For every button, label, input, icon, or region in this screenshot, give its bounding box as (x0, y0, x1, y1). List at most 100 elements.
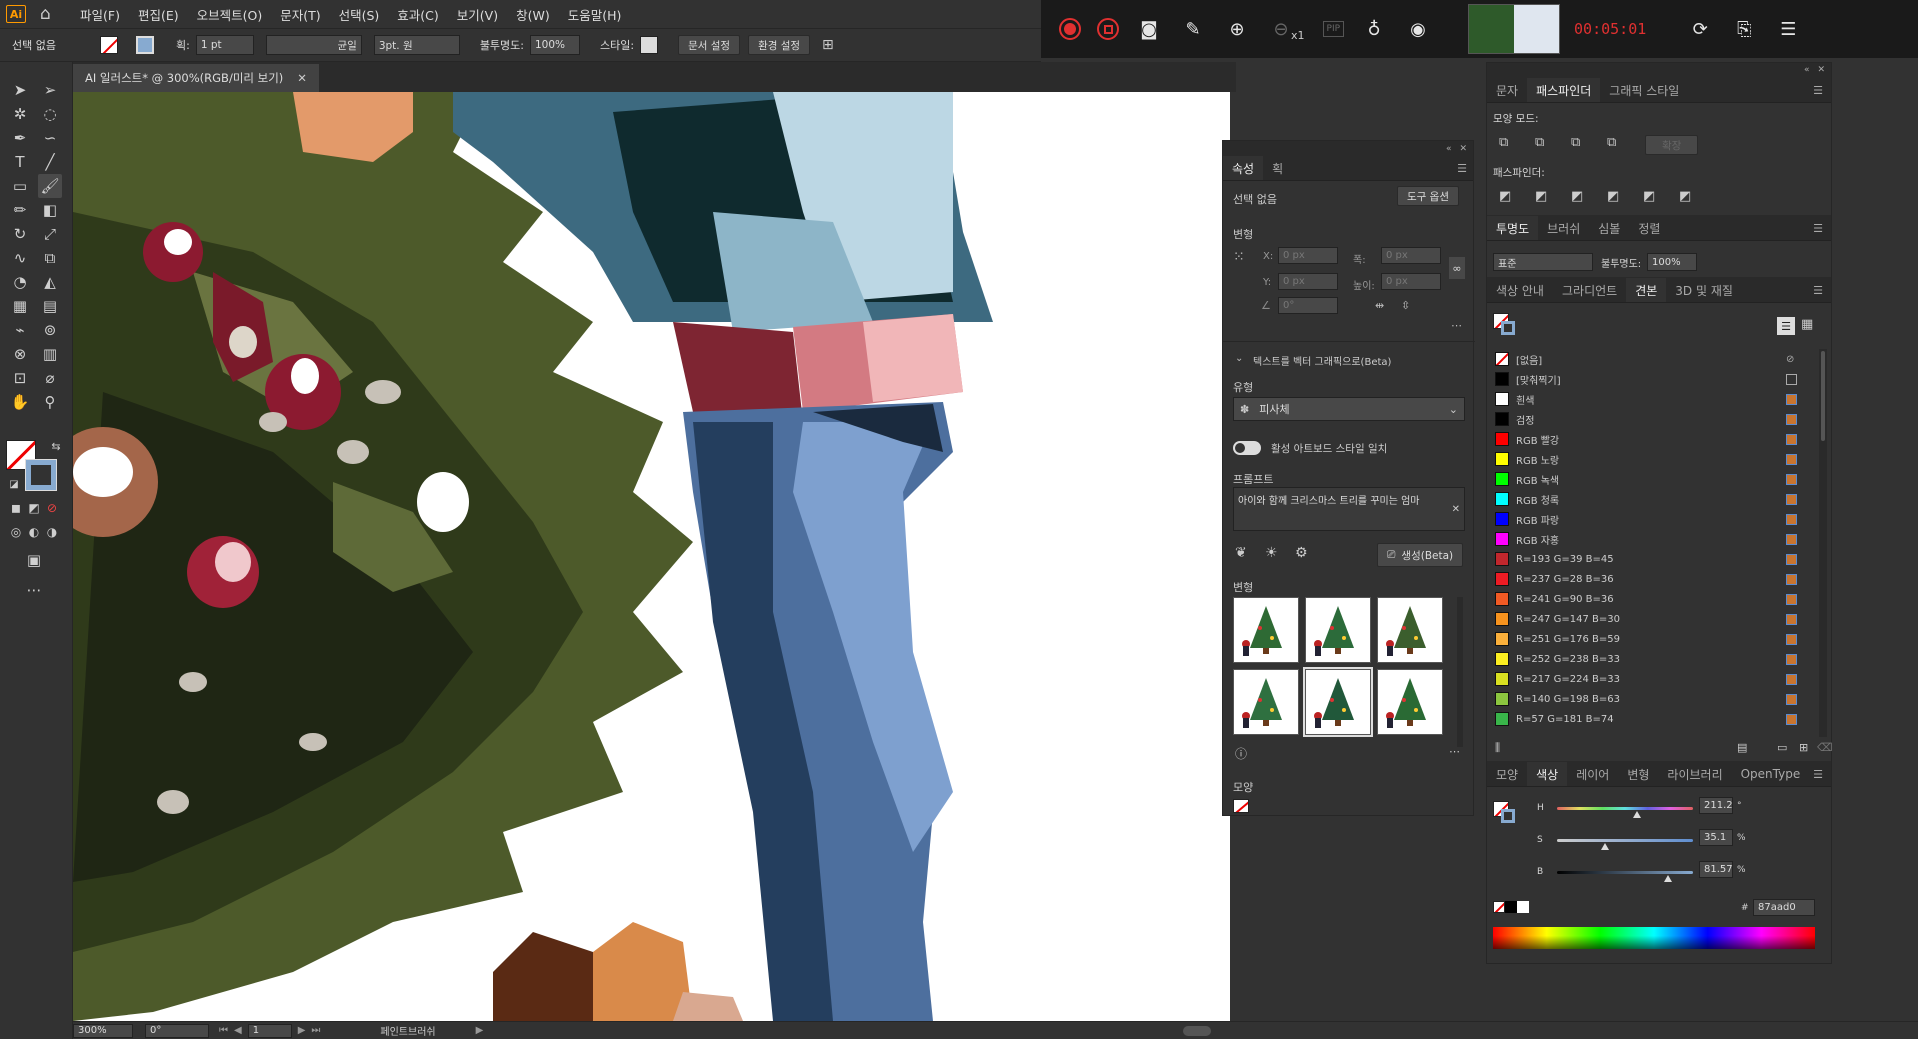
collapse-icon[interactable]: « (1804, 65, 1810, 75)
line-tool-icon[interactable]: ╱ (38, 150, 62, 174)
crop-icon[interactable]: ◩ (1607, 189, 1619, 204)
lasso-tool-icon[interactable]: ◌ (38, 102, 62, 126)
camera-icon[interactable]: ◙ (1135, 15, 1163, 43)
free-transform-icon[interactable]: ⧉ (38, 246, 62, 270)
style-picker-icon[interactable]: ❦ (1235, 545, 1247, 561)
close-icon[interactable]: ✕ (1459, 144, 1467, 154)
last-artboard-icon[interactable]: ⏭ (311, 1025, 320, 1036)
menu-item[interactable]: 보기(V) (457, 5, 498, 24)
tab-color-guide[interactable]: 색상 안내 (1487, 278, 1553, 302)
swatch-item[interactable]: RGB 파랑 (1487, 509, 1817, 529)
swatch-item[interactable]: R=241 G=90 B=36 (1487, 589, 1817, 609)
mouse-effect-icon[interactable]: ♁ (1360, 15, 1388, 43)
menu-item[interactable]: 오브젝트(O) (197, 5, 263, 24)
swatch-item[interactable]: R=57 G=181 B=74 (1487, 709, 1817, 729)
pencil-icon[interactable]: ✎ (1179, 15, 1207, 43)
zoom-field[interactable]: 300% (73, 1023, 133, 1038)
zoom-tool-icon[interactable]: ⚲ (38, 390, 62, 414)
merge-icon[interactable]: ◩ (1571, 189, 1583, 204)
swatch-item[interactable]: RGB 빨강 (1487, 429, 1817, 449)
direct-selection-tool-icon[interactable]: ➢ (38, 78, 62, 102)
saturation-slider[interactable] (1557, 839, 1693, 850)
tab-align[interactable]: 정렬 (1629, 216, 1669, 240)
swatch-item[interactable]: RGB 노랑 (1487, 449, 1817, 469)
tab-libraries[interactable]: 라이브러리 (1658, 762, 1731, 786)
effects-icon[interactable]: ☀ (1265, 545, 1278, 561)
opacity-field[interactable]: 100% (530, 35, 580, 55)
swatch-item[interactable]: 검정 (1487, 409, 1817, 429)
reference-point-icon[interactable]: ⁙ (1233, 249, 1245, 265)
slider-thumb[interactable] (1633, 811, 1642, 818)
none-swatch[interactable] (1493, 901, 1505, 913)
blend-tool-icon[interactable]: ⊚ (38, 318, 62, 342)
tab-swatches[interactable]: 견본 (1626, 278, 1667, 302)
record-button[interactable] (1059, 18, 1081, 40)
tab-appearance[interactable]: 모양 (1487, 762, 1527, 786)
tab-layers[interactable]: 레이어 (1567, 762, 1618, 786)
eraser-tool-icon[interactable]: ◧ (38, 198, 62, 222)
shape-builder-icon[interactable]: ◔ (8, 270, 32, 294)
stroke-swatch[interactable] (135, 36, 154, 54)
stroke-weight-field[interactable]: 1 pt (195, 35, 254, 55)
screen-mode-icon[interactable]: ▣ (22, 548, 46, 572)
live-paint-icon[interactable]: ◭ (38, 270, 62, 294)
constrain-proportions-icon[interactable]: ∞ (1449, 257, 1465, 279)
x-field[interactable]: 0 px (1278, 247, 1338, 264)
scroll-track[interactable] (1457, 597, 1463, 747)
swatch-item[interactable]: R=252 G=238 B=33 (1487, 649, 1817, 669)
tool-options-button[interactable]: 도구 옵션 (1397, 186, 1459, 206)
document-tab[interactable]: AI 일러스트* @ 300%(RGB/미리 보기) ✕ (73, 64, 319, 92)
tab-graphic-styles[interactable]: 그래픽 스타일 (1600, 78, 1688, 102)
rectangle-tool-icon[interactable]: ▭ (8, 174, 32, 198)
slider-thumb[interactable] (1600, 843, 1609, 850)
swatch-item[interactable]: R=237 G=28 B=36 (1487, 569, 1817, 589)
pen-tool-icon[interactable]: ✒ (8, 126, 32, 150)
section-chevron-icon[interactable]: ⌄ (1235, 353, 1243, 364)
match-style-toggle[interactable] (1233, 441, 1261, 455)
prompt-textarea[interactable]: 아이와 함께 크리스마스 트리를 꾸미는 엄마 ✕ (1233, 487, 1465, 531)
outline-icon[interactable]: ◩ (1643, 189, 1655, 204)
w-field[interactable]: 0 px (1381, 247, 1441, 264)
new-swatch-icon[interactable]: ⊞ (1799, 741, 1808, 754)
menu-item[interactable]: 편집(E) (138, 5, 179, 24)
color-fill-stroke-indicator[interactable] (1493, 795, 1519, 825)
swatch-item[interactable]: [없음] ⊘ (1487, 349, 1817, 369)
refresh-icon[interactable]: ⟳ (1686, 15, 1714, 43)
curvature-tool-icon[interactable]: ∽ (38, 126, 62, 150)
swatch-item[interactable]: [맞춰찍기] (1487, 369, 1817, 389)
first-artboard-icon[interactable]: ⏮ (219, 1025, 228, 1036)
eyedropper-icon[interactable]: ⌁ (8, 318, 32, 342)
h-field[interactable]: 211.2 (1699, 797, 1733, 814)
preferences-button[interactable]: 환경 설정 (748, 35, 811, 55)
flip-horizontal-icon[interactable]: ⇹ (1375, 299, 1384, 312)
none-mode-icon[interactable]: ⊘ (40, 496, 64, 520)
new-color-group-icon[interactable]: ▤ (1737, 741, 1747, 754)
tab-character[interactable]: 문자 (1487, 78, 1527, 102)
zoom-in-icon[interactable]: ⊕ (1223, 15, 1251, 43)
minus-back-icon[interactable]: ◩ (1679, 189, 1691, 204)
trim-icon[interactable]: ◩ (1535, 189, 1547, 204)
recording-preview[interactable] (1468, 4, 1561, 54)
tab-transparency[interactable]: 투명도 (1487, 216, 1539, 240)
tab-opentype[interactable]: OpenType (1732, 762, 1810, 786)
swatch-item[interactable]: R=140 G=198 B=63 (1487, 689, 1817, 709)
document-setup-button[interactable]: 문서 설정 (678, 35, 741, 55)
menu-item[interactable]: 선택(S) (339, 5, 380, 24)
swatch-fill-stroke-indicator[interactable] (1493, 313, 1515, 335)
rotate-tool-icon[interactable]: ↻ (8, 222, 32, 246)
home-icon[interactable]: ⌂ (40, 4, 62, 24)
menu-item[interactable]: 효과(C) (397, 5, 438, 24)
panel-menu-icon[interactable]: ☰ (1813, 768, 1831, 786)
info-icon[interactable]: ⓘ (1235, 745, 1247, 762)
collapse-icon[interactable]: « (1446, 144, 1452, 154)
tab-symbols[interactable]: 심볼 (1589, 216, 1629, 240)
default-colors-icon[interactable]: ◪ (2, 472, 26, 496)
slice-tool-icon[interactable]: ⌀ (38, 366, 62, 390)
scale-tool-icon[interactable]: ⤢ (38, 222, 62, 246)
grid-view-icon[interactable]: ▦ (1801, 317, 1813, 332)
menu-item[interactable]: 문자(T) (280, 5, 320, 24)
swatch-item[interactable]: R=193 G=39 B=45 (1487, 549, 1817, 569)
variation-thumbnail[interactable] (1303, 667, 1373, 737)
tab-transform[interactable]: 변형 (1618, 762, 1658, 786)
hue-slider[interactable] (1557, 807, 1693, 818)
